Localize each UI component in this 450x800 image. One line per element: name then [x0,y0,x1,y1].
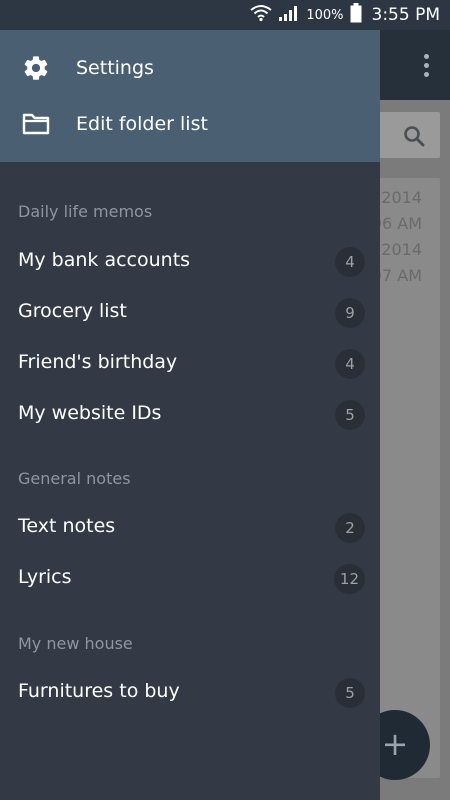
status-indicators: 100% 3:55 PM [250,0,440,30]
edit-folder-list-menu-item[interactable]: Edit folder list [0,96,380,152]
folder-count-badge: 2 [335,513,365,543]
folder-item-my-bank-accounts[interactable]: My bank accounts 4 [0,237,380,287]
folder-icon [18,106,54,142]
folder-item-text-notes[interactable]: Text notes 2 [0,503,380,553]
folder-count-badge: 9 [335,298,365,328]
edit-folder-list-label: Edit folder list [76,113,208,135]
battery-percent: 100% [306,7,344,23]
drawer-header: Settings Edit folder list [0,30,380,162]
cell-signal-icon [278,4,300,26]
section-title-daily-life-memos: Daily life memos [18,202,153,221]
folder-count-badge: 5 [335,678,365,708]
overflow-menu-icon [424,54,430,78]
folder-name: Furnitures to buy [18,680,180,702]
battery-icon [350,3,362,27]
navigation-drawer: Settings Edit folder list Daily life mem… [0,0,380,800]
section-title-my-new-house: My new house [18,634,133,653]
gear-icon [18,50,54,86]
folder-name: Lyrics [18,566,72,588]
folder-count-badge: 12 [333,564,365,594]
folder-name: Friend's birthday [18,351,178,373]
folder-item-grocery-list[interactable]: Grocery list 9 [0,288,380,338]
background-date: 2014 [381,188,422,207]
folder-count-badge: 4 [335,349,365,379]
folder-count-badge: 4 [335,247,365,277]
folder-item-furnitures-to-buy[interactable]: Furnitures to buy 5 [0,668,380,718]
folder-item-lyrics[interactable]: Lyrics 12 [0,554,380,604]
background-date: 2014 [381,240,422,259]
settings-label: Settings [76,57,154,79]
settings-menu-item[interactable]: Settings [0,40,380,96]
section-title-general-notes: General notes [18,469,131,488]
wifi-icon [250,4,272,26]
search-icon [402,124,426,152]
folder-name: My bank accounts [18,249,191,271]
folder-item-my-website-ids[interactable]: My website IDs 5 [0,390,380,440]
folder-count-badge: 5 [335,400,365,430]
folder-item-friends-birthday[interactable]: Friend's birthday 4 [0,339,380,389]
clock: 3:55 PM [371,5,441,25]
folder-name: Grocery list [18,300,127,322]
folder-name: Text notes [18,515,116,537]
folder-name: My website IDs [18,402,162,424]
status-bar: 100% 3:55 PM [0,0,450,30]
